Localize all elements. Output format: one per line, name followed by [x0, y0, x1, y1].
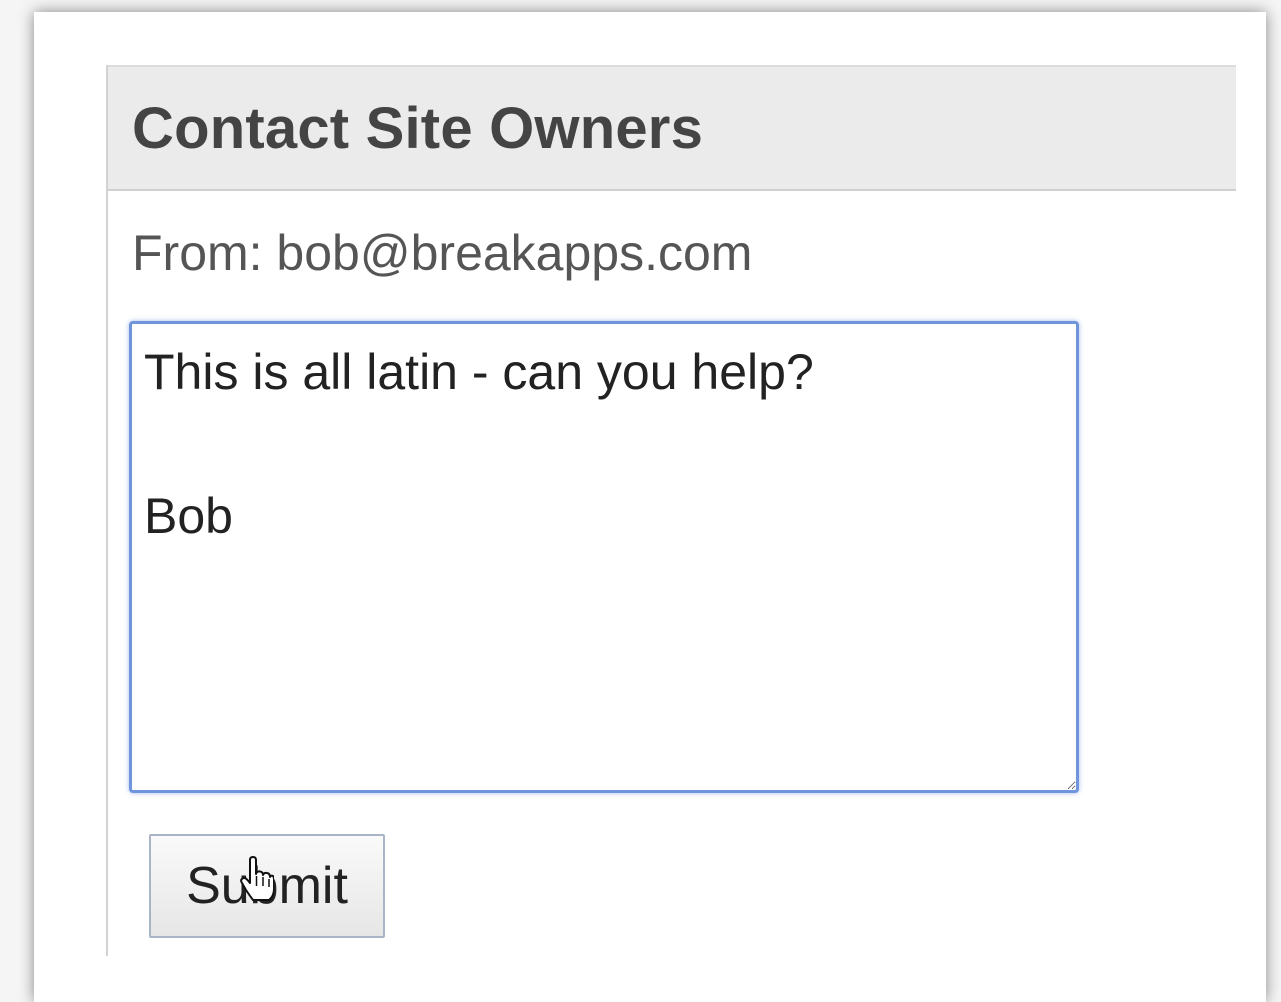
- page-title: Contact Site Owners: [132, 96, 704, 161]
- page-frame: Contact Site Owners From: bob@breakapps.…: [34, 12, 1266, 1002]
- contact-panel: Contact Site Owners From: bob@breakapps.…: [106, 65, 1236, 956]
- from-address: From: bob@breakapps.com: [132, 225, 753, 281]
- panel-header: Contact Site Owners: [108, 65, 1236, 191]
- submit-button[interactable]: Submit: [149, 834, 385, 938]
- message-textarea[interactable]: This is all latin - can you help? Bob: [129, 321, 1079, 793]
